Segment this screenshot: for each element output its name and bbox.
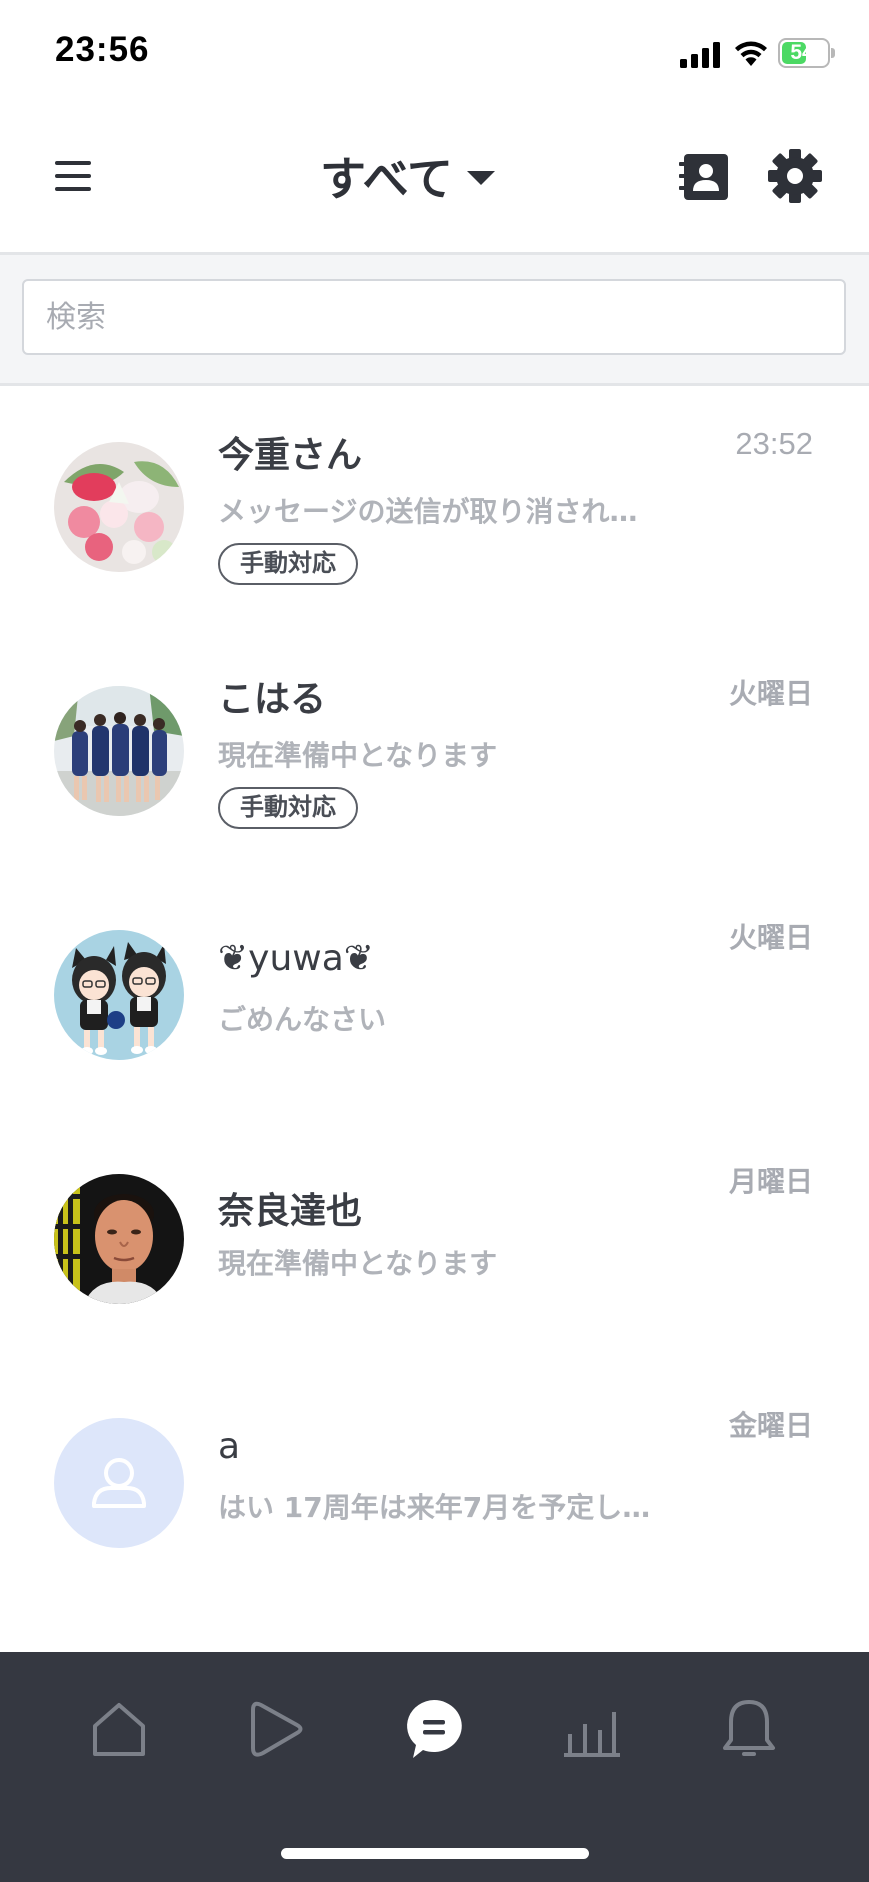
avatar	[54, 1174, 184, 1304]
chat-row[interactable]: ❦yuwa❦ 火曜日 ごめんなさい	[0, 874, 869, 1118]
chat-row[interactable]: 今重さん 23:52 メッセージの送信が取り消され… 手動対応	[0, 386, 869, 630]
nav-home[interactable]	[84, 1694, 154, 1764]
group-photo	[54, 686, 184, 816]
chat-last-message: 現在準備中となります	[218, 1247, 498, 1280]
chat-name: こはる	[218, 679, 327, 720]
chat-row[interactable]: こはる 火曜日 現在準備中となります 手動対応	[0, 630, 869, 874]
battery-nub	[831, 48, 835, 58]
chat-list-screen: 23:56 54 すべて 検索 今重さん 23:52 メッセージの送信が取り消さ…	[0, 0, 869, 1882]
wifi-icon	[735, 41, 767, 66]
search-input[interactable]	[22, 279, 846, 355]
status-time: 23:56	[55, 30, 150, 69]
portrait-photo	[54, 1174, 184, 1304]
chat-time: 23:52	[735, 426, 813, 461]
nav-stats[interactable]	[556, 1694, 626, 1764]
chat-time: 月曜日	[728, 1165, 813, 1198]
avatar	[54, 1418, 184, 1548]
avatar	[54, 930, 184, 1060]
anime-duo-illustration	[54, 930, 184, 1060]
default-user-icon	[92, 1458, 146, 1508]
contact-book-icon	[679, 154, 728, 200]
play-icon	[251, 1701, 303, 1757]
chat-row[interactable]: a 金曜日 はい 17周年は来年7月を予定し…	[0, 1362, 869, 1606]
chat-row[interactable]: 奈良達也 月曜日 現在準備中となります	[0, 1118, 869, 1362]
cellular-signal-icon	[680, 42, 720, 68]
chat-time: 火曜日	[728, 921, 813, 954]
hamburger-icon	[55, 161, 91, 191]
chat-icon	[407, 1700, 462, 1758]
chat-last-message: はい 17周年は来年7月を予定し…	[218, 1491, 651, 1524]
bottom-nav	[0, 1652, 869, 1882]
bell-icon	[723, 1700, 775, 1756]
chat-last-message: 現在準備中となります	[218, 739, 498, 772]
flower-bouquet-photo	[54, 442, 184, 572]
page-title: すべて	[320, 152, 453, 206]
app-header: すべて	[0, 108, 869, 252]
nav-notifications[interactable]	[714, 1694, 784, 1764]
home-icon	[93, 1703, 145, 1756]
battery-indicator: 54	[778, 38, 835, 68]
chat-name: 今重さん	[218, 435, 363, 476]
manual-handling-badge: 手動対応	[218, 543, 358, 585]
filter-dropdown[interactable]: すべて	[320, 146, 495, 206]
home-indicator[interactable]	[281, 1848, 589, 1859]
chat-name: ❦yuwa❦	[218, 938, 374, 979]
battery-percent: 54	[790, 41, 814, 64]
chat-name: a	[218, 1426, 241, 1467]
status-bar: 23:56 54	[0, 0, 869, 108]
avatar	[54, 686, 184, 816]
chat-time: 金曜日	[728, 1409, 813, 1442]
chat-time: 火曜日	[728, 677, 813, 710]
contacts-button[interactable]	[676, 146, 734, 206]
nav-chat[interactable]	[399, 1694, 469, 1764]
settings-button[interactable]	[766, 146, 824, 206]
menu-button[interactable]	[50, 148, 100, 204]
chat-last-message: ごめんなさい	[218, 1003, 387, 1036]
chevron-down-icon	[466, 171, 495, 185]
chat-last-message: メッセージの送信が取り消され…	[218, 495, 638, 528]
avatar	[54, 442, 184, 572]
gear-icon	[768, 149, 822, 203]
search-bar	[0, 255, 869, 383]
nav-play[interactable]	[241, 1694, 311, 1764]
chat-name: 奈良達也	[218, 1191, 363, 1232]
manual-handling-badge: 手動対応	[218, 787, 358, 829]
bar-chart-icon	[564, 1712, 620, 1757]
